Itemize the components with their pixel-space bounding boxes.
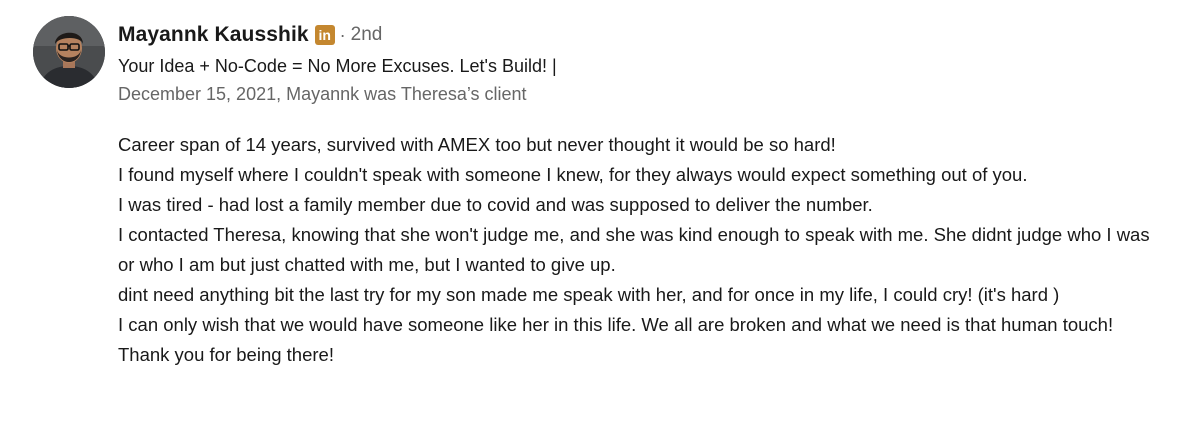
separator-dot: ·: [339, 24, 346, 45]
author-name[interactable]: Mayannk Kausshik: [118, 23, 309, 47]
body-line: dint need anything bit the last try for …: [118, 284, 1060, 305]
linkedin-premium-icon: in: [314, 25, 335, 45]
connection-degree: 2nd: [350, 24, 383, 45]
name-row: Mayannk Kausshik in · 2nd: [118, 20, 1180, 50]
avatar[interactable]: [33, 16, 105, 88]
recommendation-card: Mayannk Kausshik in · 2nd Your Idea + No…: [0, 0, 1200, 446]
author-header: Mayannk Kausshik in · 2nd Your Idea + No…: [118, 20, 1180, 107]
body-line: I contacted Theresa, knowing that she wo…: [118, 224, 1150, 275]
body-line: I can only wish that we would have someo…: [118, 314, 1114, 365]
body-line: I found myself where I couldn't speak wi…: [118, 164, 1028, 185]
author-headline: Your Idea + No-Code = No More Excuses. L…: [118, 56, 557, 76]
recommendation-meta: December 15, 2021, Mayannk was Theresa’s…: [118, 84, 527, 104]
recommendation-text: Career span of 14 years, survived with A…: [118, 130, 1158, 370]
body-line: I was tired - had lost a family member d…: [118, 194, 873, 215]
profile-photo: [33, 16, 105, 88]
body-line: Career span of 14 years, survived with A…: [118, 134, 836, 155]
